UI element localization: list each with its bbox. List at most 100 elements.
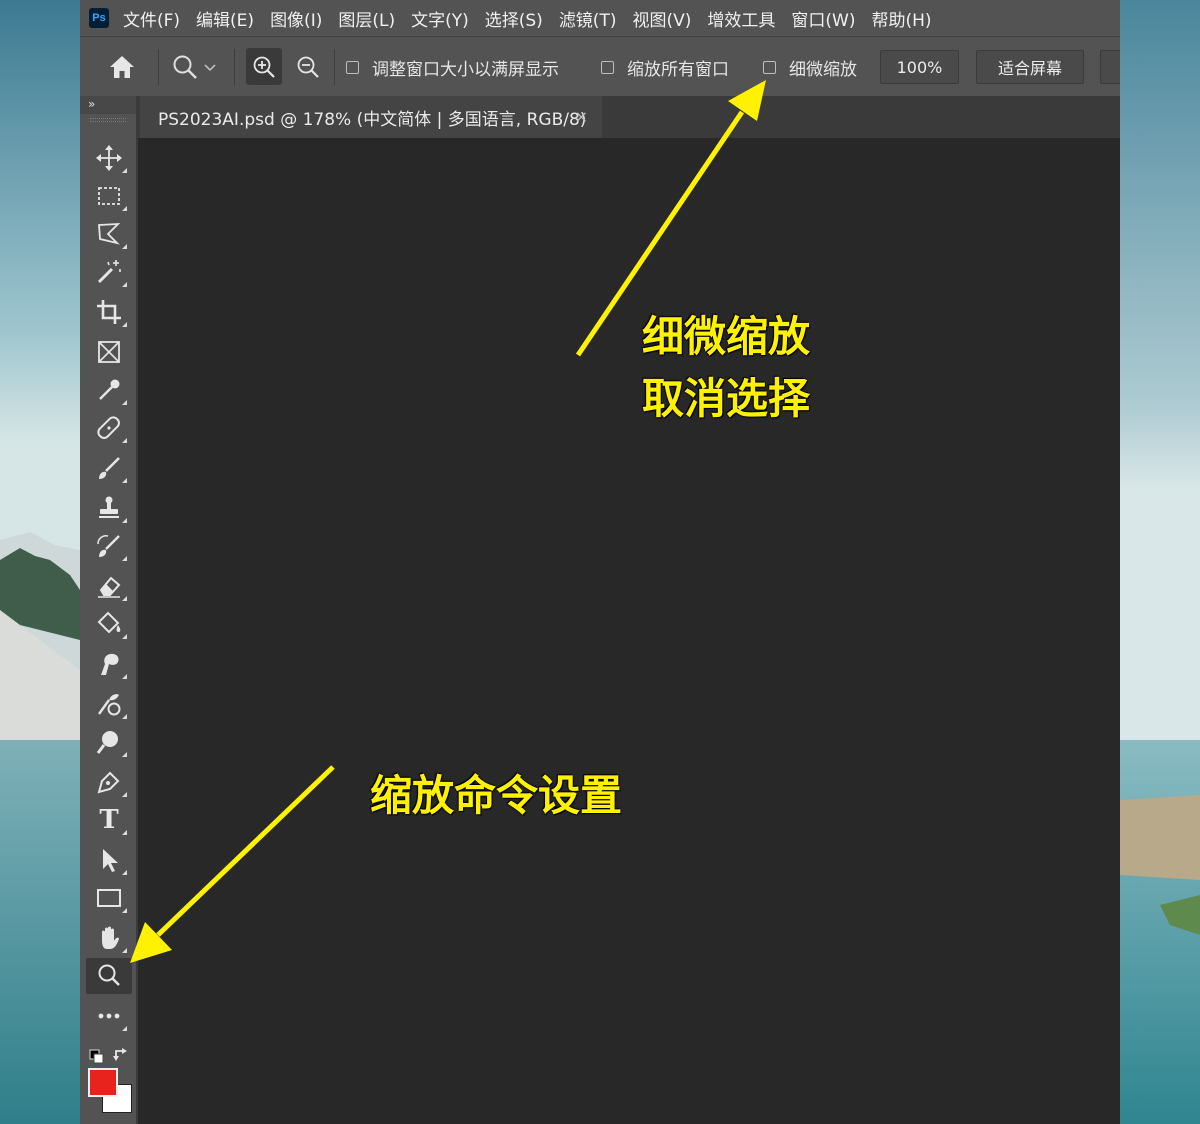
zoom-100-button[interactable]: 100% (880, 50, 959, 84)
chevron-down-icon (204, 64, 216, 72)
smudge-finger-icon (101, 653, 119, 675)
edit-toolbar-button[interactable] (86, 998, 132, 1034)
rectangle-shape-icon (97, 889, 121, 907)
annotation-line-2: 取消选择 (642, 374, 811, 423)
scrubby-zoom-label: 细微缩放 (789, 59, 857, 80)
resize-windows-label: 调整窗口大小以满屏显示 (372, 59, 559, 80)
close-tab-icon[interactable]: × (575, 107, 588, 126)
type-tool[interactable]: T (86, 802, 132, 838)
magnifier-like-burn-icon (96, 731, 118, 754)
zoom-out-button[interactable] (290, 37, 326, 97)
frame-tool[interactable] (86, 334, 132, 370)
menu-file[interactable]: 文件(F) (123, 6, 180, 31)
smudge-tool[interactable] (86, 646, 132, 682)
tool-preset-picker[interactable] (166, 37, 222, 97)
options-separator (334, 49, 335, 85)
photoshop-window: Ps 文件(F) 编辑(E) 图像(I) 图层(L) 文字(Y) 选择(S) 滤… (80, 0, 1120, 1124)
history-brush-icon (97, 535, 120, 557)
polygonal-lasso-icon (98, 222, 121, 245)
eyedropper-icon (99, 379, 120, 400)
zoom-tool-preset-icon (173, 55, 197, 79)
zoom-out-icon (297, 56, 319, 78)
history-brush-tool[interactable] (86, 528, 132, 564)
zoom-tool[interactable] (86, 958, 132, 994)
zoom-in-button[interactable] (246, 37, 282, 97)
marquee-tool[interactable] (86, 178, 132, 214)
stamp-icon (99, 496, 119, 518)
dodge-icon (98, 694, 121, 716)
more-dots-icon (98, 1013, 120, 1019)
hand-icon (102, 926, 119, 949)
type-t-icon: T (99, 805, 119, 835)
annotation-zoom-settings: 缩放命令设置 (370, 771, 623, 820)
canvas-area[interactable] (138, 138, 1120, 1124)
eraser-tool[interactable] (86, 568, 132, 604)
move-icon (96, 145, 122, 171)
paint-bucket-tool[interactable] (86, 606, 132, 642)
foreground-color-swatch[interactable] (88, 1068, 118, 1097)
document-tab-title: PS2023AI.psd @ 178% (中文简体 | 多国语言, RGB/8) (158, 109, 587, 130)
frame-icon (98, 341, 120, 363)
menu-bar: Ps 文件(F) 编辑(E) 图像(I) 图层(L) 文字(Y) 选择(S) 滤… (80, 0, 1120, 36)
menu-window[interactable]: 窗口(W) (791, 6, 855, 31)
paint-bucket-icon (97, 611, 121, 634)
desktop-wallpaper-right (1120, 0, 1200, 1124)
eraser-icon (98, 576, 121, 598)
move-tool[interactable] (86, 140, 132, 176)
zoom-in-icon (253, 56, 275, 78)
desktop-wallpaper-left (0, 0, 80, 1124)
brush-icon (99, 457, 120, 479)
document-tab[interactable]: PS2023AI.psd @ 178% (中文简体 | 多国语言, RGB/8)… (140, 96, 602, 138)
swap-colors-icon (113, 1048, 127, 1061)
eyedropper-tool[interactable] (86, 372, 132, 408)
lasso-tool[interactable] (86, 216, 132, 252)
fill-screen-button-partial[interactable] (1100, 50, 1120, 84)
dodge-tool[interactable] (86, 686, 132, 722)
options-bar: 调整窗口大小以满屏显示 缩放所有窗口 细微缩放 100% 适合屏幕 (80, 36, 1120, 96)
menu-layer[interactable]: 图层(L) (338, 6, 395, 31)
menu-filter[interactable]: 滤镜(T) (559, 6, 617, 31)
brush-tool[interactable] (86, 450, 132, 486)
path-selection-tool[interactable] (86, 842, 132, 878)
zoom-icon (98, 964, 120, 986)
magic-wand-icon (97, 260, 121, 284)
options-separator (234, 49, 235, 85)
menu-plugins[interactable]: 增效工具 (707, 6, 775, 31)
clone-stamp-tool[interactable] (86, 490, 132, 526)
annotation-line-1: 细微缩放 (642, 312, 811, 361)
pen-nib-icon (97, 771, 120, 794)
hand-tool[interactable] (86, 920, 132, 956)
fit-screen-button[interactable]: 适合屏幕 (976, 50, 1084, 84)
document-tab-bar: PS2023AI.psd @ 178% (中文简体 | 多国语言, RGB/8)… (136, 96, 1120, 138)
menu-edit[interactable]: 编辑(E) (196, 6, 254, 31)
zoom-all-windows-checkbox[interactable] (601, 60, 614, 74)
rectangular-marquee-icon (98, 187, 120, 205)
rectangle-tool[interactable] (86, 880, 132, 916)
burn-tool[interactable] (86, 724, 132, 760)
scrubby-zoom-checkbox[interactable] (763, 60, 776, 74)
crop-icon (97, 300, 121, 324)
tools-panel: » T (80, 96, 136, 1124)
crop-tool[interactable] (86, 294, 132, 330)
pen-tool[interactable] (86, 764, 132, 800)
healing-brush-tool[interactable] (86, 410, 132, 446)
magic-wand-tool[interactable] (86, 254, 132, 290)
resize-windows-checkbox[interactable] (346, 60, 359, 74)
menu-view[interactable]: 视图(V) (632, 6, 691, 31)
annotation-scrubby-zoom: 细微缩放 取消选择 (642, 306, 810, 430)
zoom-all-windows-label: 缩放所有窗口 (627, 59, 729, 80)
home-button[interactable] (96, 37, 148, 97)
photoshop-logo-icon: Ps (89, 8, 109, 28)
bandage-icon (97, 416, 120, 439)
toolbar-drag-handle[interactable] (90, 118, 126, 122)
resize-windows-option[interactable]: 调整窗口大小以满屏显示 (346, 37, 559, 97)
menu-select[interactable]: 选择(S) (485, 6, 543, 31)
zoom-all-windows-option[interactable]: 缩放所有窗口 (601, 37, 729, 97)
default-colors-icon (89, 1049, 104, 1064)
menu-help[interactable]: 帮助(H) (871, 6, 931, 31)
menu-type[interactable]: 文字(Y) (411, 6, 469, 31)
toolbar-collapse-button[interactable]: » (80, 96, 136, 114)
scrubby-zoom-option[interactable]: 细微缩放 (763, 37, 857, 97)
home-icon (110, 56, 134, 78)
menu-image[interactable]: 图像(I) (270, 6, 322, 31)
